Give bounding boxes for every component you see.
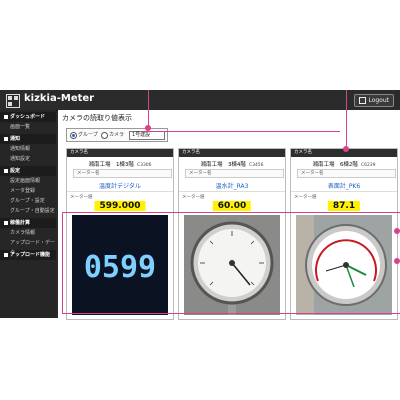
- meter-value-label: メーター値: [70, 195, 93, 200]
- meter-name-link[interactable]: 温度計デジタル: [67, 181, 173, 190]
- logout-icon: [359, 97, 367, 104]
- top-bar: kizkia-Meter Logout: [0, 90, 400, 111]
- sidebar-item-screen-settings[interactable]: 設定画面情報: [0, 176, 56, 186]
- meter-name-label: メーター名: [185, 169, 284, 178]
- page-title: カメラの読取り値表示: [62, 114, 132, 122]
- camera-title: 湘南工場 1棟3階 C3306: [88, 162, 152, 168]
- card-header: カメラ名: [179, 149, 285, 157]
- annotation-marker: [343, 146, 349, 152]
- app-logo-icon: [6, 94, 20, 108]
- annotation-marker: [394, 228, 400, 234]
- camera-code: C6239: [360, 163, 376, 168]
- bell-icon: [4, 136, 8, 141]
- annotation-bracket: [62, 212, 400, 314]
- divider: [67, 191, 173, 192]
- chart-icon: [4, 220, 8, 225]
- logout-label: Logout: [368, 97, 389, 104]
- meter-name-label: メーター名: [297, 169, 396, 178]
- sidebar-section-settings[interactable]: 設定: [0, 166, 56, 176]
- radio-camera[interactable]: [101, 132, 108, 139]
- divider: [179, 191, 285, 192]
- sidebar-item-camera-info[interactable]: カメラ情報: [0, 228, 56, 238]
- annotation-line: [148, 90, 149, 128]
- sidebar-item-meter-register[interactable]: メータ登録: [0, 186, 56, 196]
- annotation-line: [140, 131, 340, 132]
- app-title: kizkia-Meter: [24, 93, 95, 104]
- radio-camera-label: カメラ: [109, 132, 125, 138]
- radio-group-label: グループ: [78, 132, 98, 138]
- annotation-line: [346, 90, 347, 148]
- meter-name-link[interactable]: 温水計_RA3: [179, 181, 285, 190]
- logout-button[interactable]: Logout: [354, 94, 394, 107]
- meter-value-label: メーター値: [294, 195, 317, 200]
- meter-value: 599.000: [94, 201, 146, 211]
- sidebar-section-upload[interactable]: アップロード機能: [0, 250, 56, 260]
- meter-name-label: メーター名: [73, 169, 172, 178]
- sidebar-section-dashboard[interactable]: ダッシュボード: [0, 112, 56, 122]
- gear-icon: [4, 168, 8, 173]
- sidebar-item-group-auto[interactable]: グループ・自動設定: [0, 206, 56, 216]
- upload-icon: [4, 252, 8, 257]
- meter-value: 87.1: [327, 201, 361, 211]
- radio-group[interactable]: [70, 132, 77, 139]
- meter-value: 60.00: [212, 201, 252, 211]
- camera-title: 湘南工場 6棟2階 C6239: [312, 162, 376, 168]
- sidebar-item-notify-info[interactable]: 通知情報: [0, 144, 56, 154]
- group-select[interactable]: 1号建設: [129, 131, 165, 140]
- camera-title: 湘南工場 3棟4階 C3456: [200, 162, 264, 168]
- card-header: カメラ名: [67, 149, 173, 157]
- camera-code: C3306: [136, 163, 152, 168]
- sidebar-section-operation[interactable]: 稼働計算: [0, 218, 56, 228]
- sidebar: ダッシュボード 画面一覧 通知 通知情報 通知設定 設定 設定画面情報 メータ登…: [0, 110, 56, 318]
- camera-code: C3456: [248, 163, 264, 168]
- meter-value-label: メーター値: [182, 195, 205, 200]
- sidebar-section-notify[interactable]: 通知: [0, 134, 56, 144]
- divider: [291, 191, 397, 192]
- meter-name-link[interactable]: 表面計_PK6: [291, 181, 397, 190]
- sidebar-item-upload-data[interactable]: アップロード・データ: [0, 238, 56, 256]
- sidebar-item-notify-settings[interactable]: 通知設定: [0, 154, 56, 164]
- sidebar-item-screen-list[interactable]: 画面一覧: [0, 122, 56, 132]
- dashboard-icon: [4, 114, 8, 119]
- annotation-marker: [394, 258, 400, 264]
- sidebar-item-group-settings[interactable]: グループ・設定: [0, 196, 56, 206]
